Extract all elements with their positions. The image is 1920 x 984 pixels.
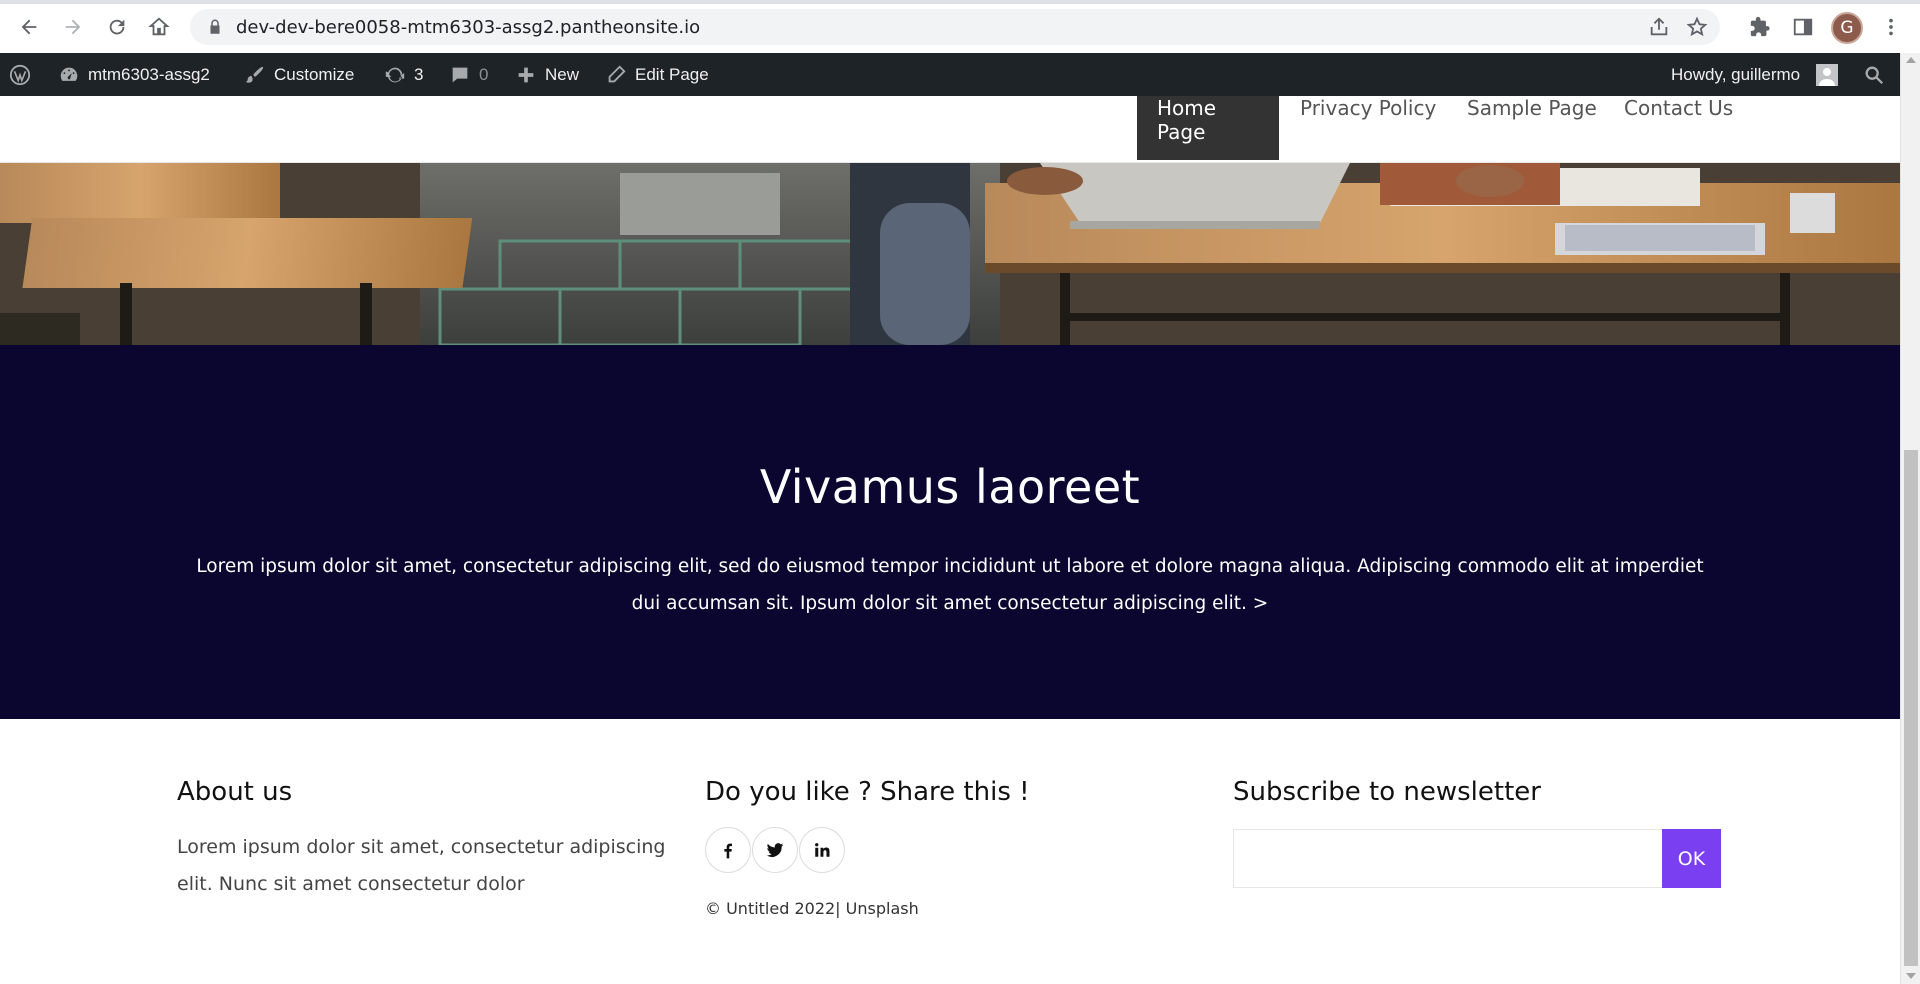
page-scrollbar[interactable] — [1900, 53, 1920, 984]
nav-contact-us-label: Contact Us — [1624, 96, 1734, 120]
scroll-up-arrow-icon[interactable] — [1906, 57, 1916, 63]
howdy-text: Howdy, guillermo — [1671, 64, 1801, 84]
nav-privacy-policy-label: Privacy Policy — [1300, 96, 1437, 120]
wp-logo-menu[interactable] — [9, 53, 31, 96]
browser-menu-button[interactable] — [1877, 13, 1905, 41]
kebab-menu-icon — [1889, 18, 1893, 36]
share-icon[interactable] — [1648, 16, 1670, 38]
customize-label: Customize — [274, 64, 355, 84]
dashboard-gauge-icon — [60, 67, 78, 81]
browser-toolbar: dev-dev-bere0058-mtm6303-assg2.pantheons… — [0, 0, 1920, 53]
updates-count: 3 — [414, 64, 424, 84]
hero-photo-illustration — [0, 163, 1900, 345]
extensions-icon — [1750, 16, 1770, 37]
extensions-button[interactable] — [1746, 13, 1774, 41]
updates-link[interactable]: 3 — [384, 53, 423, 96]
my-account-menu[interactable]: Howdy, guillermo — [1671, 53, 1839, 96]
wp-admin-bar: mtm6303-assg2 Customize 3 0 New Edit Pag… — [0, 53, 1900, 96]
forward-button[interactable] — [58, 12, 88, 42]
forward-icon — [65, 19, 81, 35]
scrollbar-thumb[interactable] — [1904, 450, 1918, 966]
linkedin-share-button[interactable] — [799, 827, 845, 873]
share-title: Do you like ? Share this ! — [705, 777, 1030, 807]
admin-search-button[interactable] — [1863, 53, 1885, 96]
facebook-icon — [724, 843, 732, 859]
back-button[interactable] — [14, 12, 44, 42]
about-text: Lorem ipsum dolor sit amet, consectetur … — [177, 836, 666, 895]
url-text[interactable]: dev-dev-bere0058-mtm6303-assg2.pantheons… — [236, 17, 700, 38]
star-icon[interactable] — [1686, 16, 1708, 38]
back-icon — [21, 19, 37, 35]
newsletter-submit-button[interactable]: OK — [1662, 829, 1721, 888]
customize-link[interactable]: Customize — [244, 53, 354, 96]
feature-band: Vivamus laoreet Lorem ipsum dolor sit am… — [0, 345, 1900, 719]
updates-icon — [385, 67, 405, 82]
nav-contact-us[interactable]: Contact Us — [1604, 96, 1753, 160]
feature-text: Lorem ipsum dolor sit amet, consectetur … — [196, 556, 1704, 614]
paintbrush-icon — [245, 66, 264, 83]
edit-page-link[interactable]: Edit Page — [605, 53, 709, 96]
scroll-down-arrow-icon[interactable] — [1906, 973, 1916, 979]
new-label: New — [545, 64, 580, 84]
side-panel-button[interactable] — [1789, 13, 1817, 41]
nav-sample-page-label: Sample Page — [1467, 96, 1597, 120]
profile-avatar[interactable]: G — [1831, 12, 1863, 44]
comments-count: 0 — [479, 64, 489, 84]
search-icon — [1865, 66, 1884, 84]
site-name-menu[interactable]: mtm6303-assg2 — [58, 53, 210, 96]
newsletter-email-input[interactable] — [1233, 829, 1663, 888]
lock-icon — [210, 19, 220, 34]
twitter-share-button[interactable] — [752, 827, 798, 873]
site-name: mtm6303-assg2 — [88, 64, 210, 84]
nav-privacy-policy[interactable]: Privacy Policy — [1280, 96, 1456, 160]
plus-icon — [518, 67, 534, 82]
comment-bubble-icon — [452, 67, 468, 82]
nav-home-page-label: Home Page — [1157, 96, 1217, 144]
home-button[interactable] — [144, 12, 174, 42]
side-panel-icon — [1793, 18, 1813, 36]
address-bar[interactable]: dev-dev-bere0058-mtm6303-assg2.pantheons… — [190, 9, 1720, 45]
site-header: Home Page Privacy Policy Sample Page Con… — [0, 96, 1900, 163]
newsletter-title: Subscribe to newsletter — [1233, 777, 1541, 807]
copyright-text: © Untitled 2022| Unsplash — [705, 899, 919, 918]
site-footer: About us Lorem ipsum dolor sit amet, con… — [0, 719, 1900, 984]
tab-strip — [0, 0, 1920, 4]
linkedin-icon — [815, 843, 830, 857]
reload-button[interactable] — [102, 12, 132, 42]
home-icon — [148, 17, 170, 36]
facebook-share-button[interactable] — [705, 827, 751, 873]
reload-icon — [109, 19, 125, 35]
comments-link[interactable]: 0 — [449, 53, 488, 96]
edit-page-label: Edit Page — [635, 64, 709, 84]
user-avatar-icon — [1816, 63, 1839, 86]
feature-title: Vivamus laoreet — [759, 460, 1141, 514]
pencil-icon — [608, 64, 626, 82]
nav-sample-page[interactable]: Sample Page — [1447, 96, 1617, 160]
twitter-icon — [766, 843, 784, 857]
wordpress-logo-icon — [9, 64, 31, 85]
new-content-menu[interactable]: New — [515, 53, 579, 96]
hero-image — [0, 163, 1900, 345]
nav-home-page[interactable]: Home Page — [1137, 96, 1279, 160]
about-title: About us — [177, 777, 293, 807]
